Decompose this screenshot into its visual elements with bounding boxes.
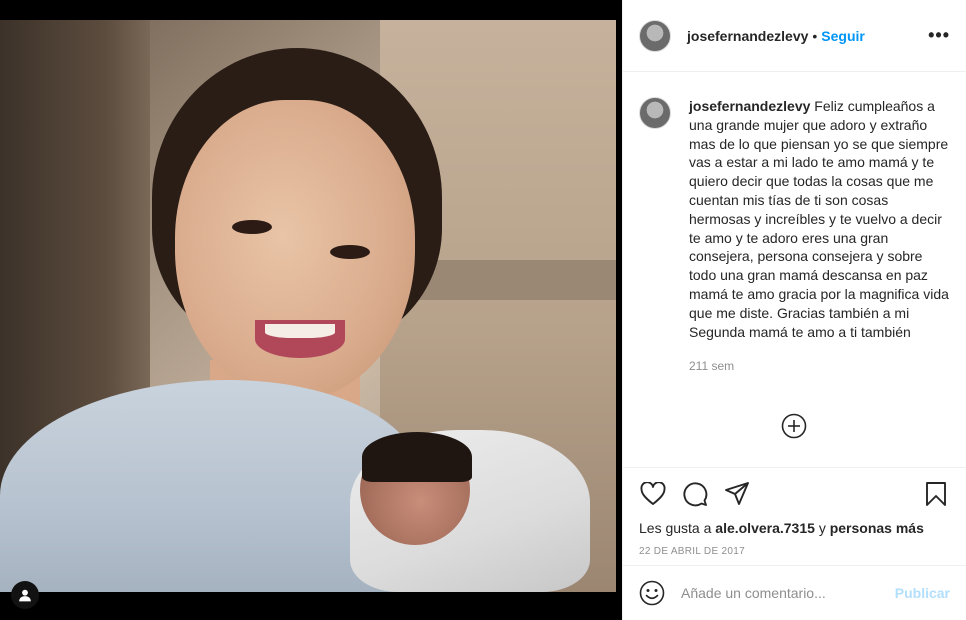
- publish-button[interactable]: Publicar: [895, 585, 950, 601]
- user-tag-icon[interactable]: [11, 581, 39, 609]
- comment-form: Publicar: [623, 565, 966, 620]
- follow-separator: •: [812, 27, 818, 44]
- caption-body: josefernandezlevy Feliz cumpleaños a una…: [689, 97, 950, 376]
- instagram-post: josefernandezlevy • Seguir ••• joseferna…: [0, 0, 966, 620]
- user-tag-glyph: [19, 589, 31, 602]
- photo-woman-eye-left: [232, 220, 272, 234]
- bookmark-icon[interactable]: [922, 480, 950, 508]
- follow-button[interactable]: Seguir: [821, 28, 865, 44]
- post-actions: Les gusta a ale.olvera.7315 y personas m…: [623, 467, 966, 565]
- action-icons-row: [639, 468, 950, 520]
- likes-summary: Les gusta a ale.olvera.7315 y personas m…: [639, 520, 950, 536]
- author-avatar[interactable]: [639, 19, 671, 52]
- post-caption: josefernandezlevy Feliz cumpleaños a una…: [639, 97, 950, 376]
- caption-username[interactable]: josefernandezlevy: [689, 98, 810, 114]
- more-options-icon[interactable]: •••: [928, 25, 950, 46]
- caption-author-avatar[interactable]: [639, 97, 671, 129]
- photo-woman-eye-right: [330, 245, 370, 259]
- share-icon[interactable]: [723, 480, 751, 508]
- emoji-icon[interactable]: [639, 580, 665, 606]
- likes-user-link[interactable]: ale.olvera.7315: [715, 520, 815, 536]
- photo-baby-hair: [362, 432, 472, 482]
- post-media[interactable]: [0, 0, 622, 620]
- likes-others-link[interactable]: personas más: [830, 520, 924, 536]
- likes-middle: y: [818, 520, 826, 536]
- post-side-panel: josefernandezlevy • Seguir ••• joseferna…: [622, 0, 966, 620]
- heart-icon[interactable]: [639, 480, 667, 508]
- likes-prefix: Les gusta a: [639, 520, 712, 536]
- comment-icon[interactable]: [681, 480, 709, 508]
- photo-woman-smile: [255, 320, 345, 358]
- author-username[interactable]: josefernandezlevy: [687, 28, 808, 44]
- post-photo[interactable]: [0, 20, 616, 592]
- post-date[interactable]: 22 DE ABRIL DE 2017: [639, 546, 950, 557]
- photo-background-shelf: [405, 260, 616, 300]
- load-more-glyph: [781, 413, 807, 439]
- plus-circle-icon[interactable]: [781, 413, 807, 439]
- comment-input[interactable]: [681, 585, 887, 601]
- caption-text: Feliz cumpleaños a una grande mujer que …: [689, 98, 949, 340]
- post-header: josefernandezlevy • Seguir •••: [623, 0, 966, 72]
- caption-timestamp[interactable]: 211 sem: [689, 357, 950, 376]
- comments-section[interactable]: josefernandezlevy Feliz cumpleaños a una…: [623, 73, 966, 467]
